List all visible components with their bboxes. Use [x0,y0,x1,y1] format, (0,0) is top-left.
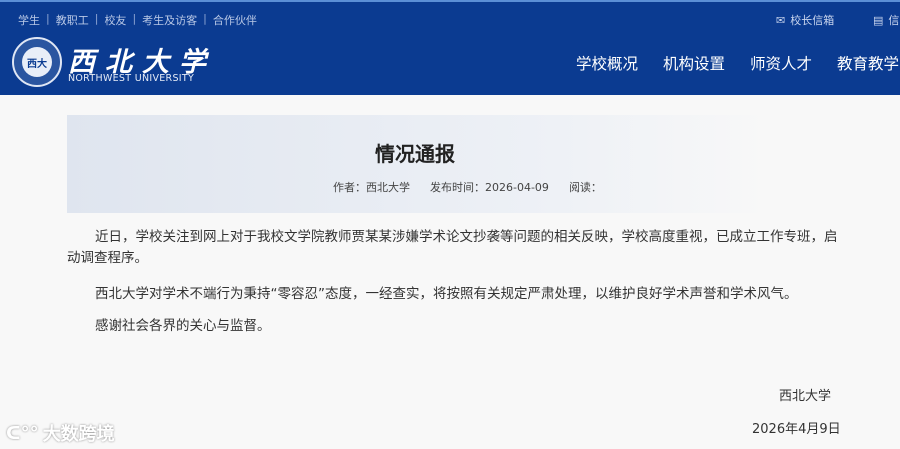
info-link[interactable]: ▤ 信 [873,12,899,28]
link-students[interactable]: 学生 [18,12,40,28]
publish-date: 发布时间：2026-04-09 [430,181,549,194]
nav-faculty[interactable]: 师资人才 [750,52,812,74]
document-icon: ▤ [873,13,884,27]
watermark: ᑕ°° 大数跨境 [6,420,115,446]
article-meta: 作者：西北大学 发布时间：2026-04-09 阅读： [333,179,602,195]
separator: | [203,12,207,25]
link-partners[interactable]: 合作伙伴 [213,12,257,28]
top-links: 学生 | 教职工 | 校友 | 考生及访客 | 合作伙伴 [18,12,257,28]
mailbox-label: 校长信箱 [790,14,835,27]
president-mailbox-link[interactable]: ✉ 校长信箱 [776,12,834,28]
nav-overview[interactable]: 学校概况 [576,52,638,74]
separator: | [94,12,99,25]
watermark-text: 大数跨境 [42,424,115,445]
site-header: 学生 | 教职工 | 校友 | 考生及访客 | 合作伙伴 ✉ 校长信箱 ▤ 信 西大 西北大… [0,0,900,95]
seal-center: 西大 [22,47,52,77]
nav-organization[interactable]: 机构设置 [663,52,725,74]
link-alumni[interactable]: 校友 [104,12,126,28]
separator: | [46,12,50,25]
link-visitors[interactable]: 考生及访客 [142,12,197,28]
signature-date: 2026年4月9日 [752,422,841,437]
paragraph-1: 近日，学校关注到网上对于我校文学院教师贾某某涉嫌学术论文抄袭等问题的相关反映，学… [95,229,838,245]
nav-education[interactable]: 教育教学 [837,52,899,74]
paragraph-3: 感谢社会各界的关心与监督。 [95,318,271,334]
watermark-logo-icon: ᑕ°° [6,422,39,444]
link-staff[interactable]: 教职工 [56,12,89,28]
info-label: 信 [888,14,900,27]
separator: | [132,12,137,25]
university-name-en: NORTHWEST UNIVERSITY [68,73,195,84]
signature: 西北大学 [779,389,832,404]
main-nav: 学校概况 机构设置 师资人才 教育教学 [576,52,899,74]
paragraph-2: 西北大学对学术不端行为秉持“零容忍”态度，一经查实，将按照有关规定严肃处理，以维… [95,286,798,302]
university-seal-logo[interactable]: 西大 [12,37,62,87]
mailbox-icon: ✉ [776,13,786,27]
article-title: 情况通报 [375,142,455,166]
view-count: 阅读： [568,181,602,194]
paragraph-1-cont: 动调查程序。 [67,250,148,266]
author: 作者：西北大学 [333,181,410,194]
